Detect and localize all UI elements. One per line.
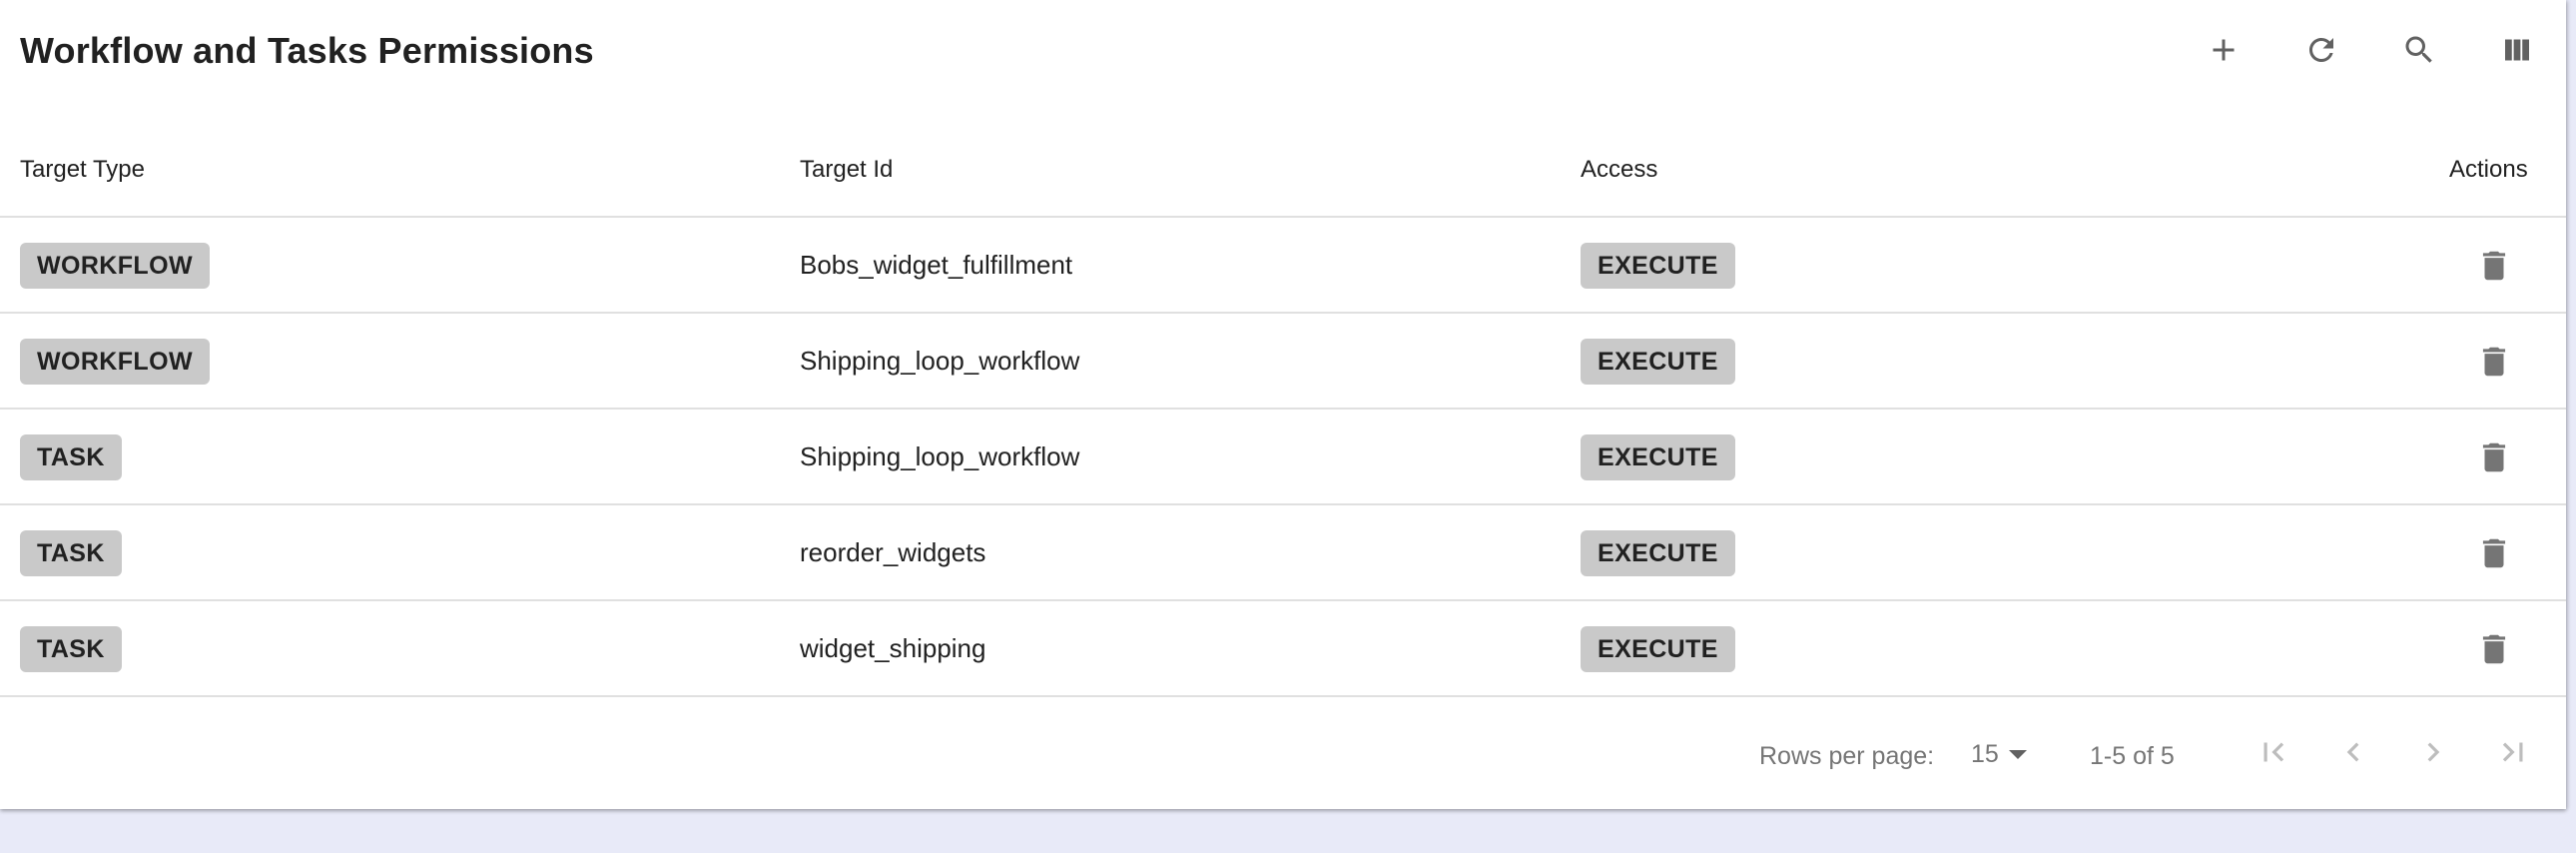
rows-per-page-value: 15 — [1971, 739, 1999, 768]
target-id-cell: Shipping_loop_workflow — [800, 346, 1080, 376]
trash-icon — [2482, 634, 2506, 664]
pagination-range: 1-5 of 5 — [2090, 742, 2175, 770]
access-chip: EXECUTE — [1581, 339, 1735, 385]
trash-icon — [2482, 538, 2506, 568]
refresh-icon — [2309, 38, 2333, 62]
table-pagination: Rows per page: 15 1-5 of 5 — [0, 698, 2566, 809]
table-row: TASK reorder_widgets EXECUTE — [0, 505, 2566, 601]
table-row: TASK widget_shipping EXECUTE — [0, 601, 2566, 697]
delete-button[interactable] — [2474, 533, 2514, 573]
trash-icon — [2482, 442, 2506, 472]
delete-button[interactable] — [2474, 342, 2514, 382]
previous-page-button[interactable] — [2313, 720, 2393, 784]
permissions-table-card: Workflow and Tasks Permissions Target Ty… — [0, 0, 2566, 809]
refresh-button[interactable] — [2272, 18, 2370, 82]
delete-button[interactable] — [2474, 437, 2514, 477]
table-row: WORKFLOW Bobs_widget_fulfillment EXECUTE — [0, 218, 2566, 314]
add-icon — [2213, 39, 2235, 61]
table-row: TASK Shipping_loop_workflow EXECUTE — [0, 410, 2566, 505]
permissions-table: Target Type Target Id Access Actions WOR… — [0, 112, 2566, 697]
table-header: Target Type Target Id Access Actions — [0, 112, 2566, 218]
trash-icon — [2482, 251, 2506, 281]
chevron-left-icon — [2346, 742, 2359, 762]
target-type-chip: TASK — [20, 626, 122, 672]
column-header-target-type[interactable]: Target Type — [20, 156, 145, 184]
trash-icon — [2482, 347, 2506, 377]
target-type-chip: WORKFLOW — [20, 339, 210, 385]
view-columns-icon — [2505, 39, 2529, 61]
chevron-right-icon — [2427, 742, 2440, 762]
first-page-icon — [2263, 742, 2284, 762]
delete-button[interactable] — [2474, 246, 2514, 286]
access-chip: EXECUTE — [1581, 530, 1735, 576]
access-chip: EXECUTE — [1581, 626, 1735, 672]
access-chip: EXECUTE — [1581, 434, 1735, 480]
target-type-chip: TASK — [20, 434, 122, 480]
view-columns-button[interactable] — [2468, 18, 2566, 82]
target-id-cell: Shipping_loop_workflow — [800, 441, 1080, 471]
last-page-icon — [2502, 742, 2523, 762]
rows-per-page-select[interactable]: 15 — [1971, 736, 2027, 772]
rows-per-page-label: Rows per page: — [1759, 742, 1935, 770]
target-type-chip: TASK — [20, 530, 122, 576]
toolbar-actions — [2175, 18, 2566, 82]
target-type-chip: WORKFLOW — [20, 243, 210, 289]
last-page-button[interactable] — [2473, 720, 2553, 784]
page-title: Workflow and Tasks Permissions — [20, 30, 594, 71]
next-page-button[interactable] — [2393, 720, 2473, 784]
column-header-access[interactable]: Access — [1581, 156, 1657, 184]
dropdown-arrow-icon — [2008, 749, 2027, 759]
column-header-target-id[interactable]: Target Id — [800, 156, 893, 184]
table-row: WORKFLOW Shipping_loop_workflow EXECUTE — [0, 314, 2566, 410]
access-chip: EXECUTE — [1581, 243, 1735, 289]
target-id-cell: Bobs_widget_fulfillment — [800, 250, 1073, 280]
table-toolbar: Workflow and Tasks Permissions — [0, 0, 2566, 112]
delete-button[interactable] — [2474, 629, 2514, 669]
search-icon — [2405, 36, 2432, 63]
first-page-button[interactable] — [2234, 720, 2313, 784]
search-button[interactable] — [2370, 18, 2468, 82]
add-button[interactable] — [2175, 18, 2272, 82]
pagination-controls — [2234, 720, 2553, 784]
column-header-actions: Actions — [2449, 156, 2528, 183]
target-id-cell: widget_shipping — [800, 633, 986, 663]
target-id-cell: reorder_widgets — [800, 537, 986, 567]
